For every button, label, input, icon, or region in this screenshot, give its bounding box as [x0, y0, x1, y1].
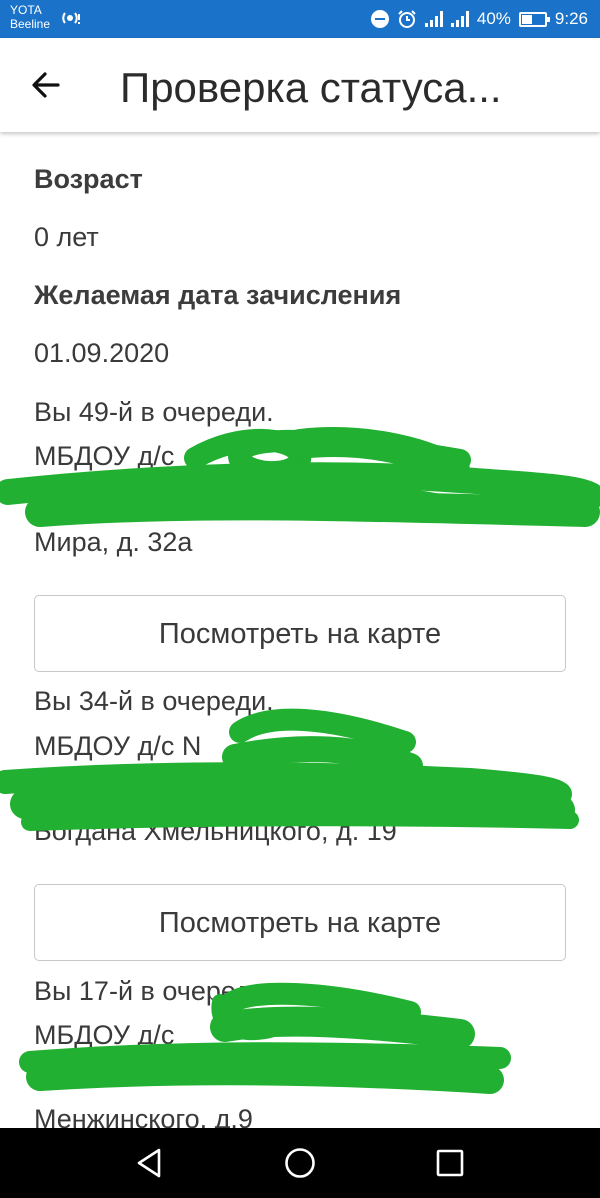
signal-icon — [450, 11, 469, 27]
back-button[interactable] — [22, 63, 70, 107]
address-1: Мира, д. 32а — [34, 527, 193, 557]
nav-home-button[interactable] — [282, 1145, 318, 1181]
navigation-bar — [0, 1128, 600, 1198]
status-right: 40% 9:26 — [370, 0, 588, 38]
battery-icon — [518, 11, 550, 27]
do-not-disturb-icon — [370, 10, 389, 28]
kindergarten-name-2: МБДОУ д/с N — [34, 731, 202, 761]
enrollment-date-label: Желаемая дата зачисления — [34, 280, 402, 310]
age-value: 0 лет — [34, 222, 99, 252]
carrier-names: YOTA Beeline — [10, 3, 50, 31]
page-title: Проверка статуса... — [120, 64, 502, 111]
carrier-2: Beeline — [10, 17, 51, 31]
age-label: Возраст — [34, 164, 143, 194]
battery-percent: 40% — [476, 9, 511, 28]
queue-position-1: Вы 49-й в очереди. — [34, 397, 274, 427]
alarm-icon — [398, 10, 416, 28]
carrier-1: YOTA — [10, 3, 42, 17]
signal-icon — [424, 11, 443, 27]
recents-square-icon — [436, 1149, 464, 1177]
arrow-left-icon — [32, 72, 60, 98]
app-toolbar: Проверка статуса... — [0, 38, 600, 132]
nav-back-button[interactable] — [132, 1145, 168, 1181]
kindergarten-name-3: МБДОУ д/с — [34, 1020, 175, 1050]
address-2: Богдана Хмельницкого, д. 19 — [34, 816, 397, 846]
clock: 9:26 — [554, 9, 588, 28]
address-3: Менжинского, д.9 — [34, 1104, 253, 1128]
queue-position-2: Вы 34-й в очереди. — [34, 686, 274, 716]
status-content[interactable]: Возраст 0 лет Желаемая дата зачисления 0… — [0, 132, 600, 1128]
queue-position-3: Вы 17-й в очереди. — [34, 976, 274, 1006]
kindergarten-name-1: МБДОУ д/с — [34, 441, 175, 471]
view-on-map-button-2[interactable]: Посмотреть на карте — [34, 884, 566, 961]
view-on-map-button-1[interactable]: Посмотреть на карте — [34, 595, 566, 672]
home-circle-icon — [285, 1148, 315, 1178]
enrollment-date-value: 01.09.2020 — [34, 338, 170, 368]
nav-recents-button[interactable] — [432, 1145, 468, 1181]
wifi-hotspot-icon — [62, 12, 80, 24]
back-triangle-icon — [137, 1148, 161, 1178]
status-bar: YOTA Beeline 40% 9:26 — [0, 0, 600, 38]
